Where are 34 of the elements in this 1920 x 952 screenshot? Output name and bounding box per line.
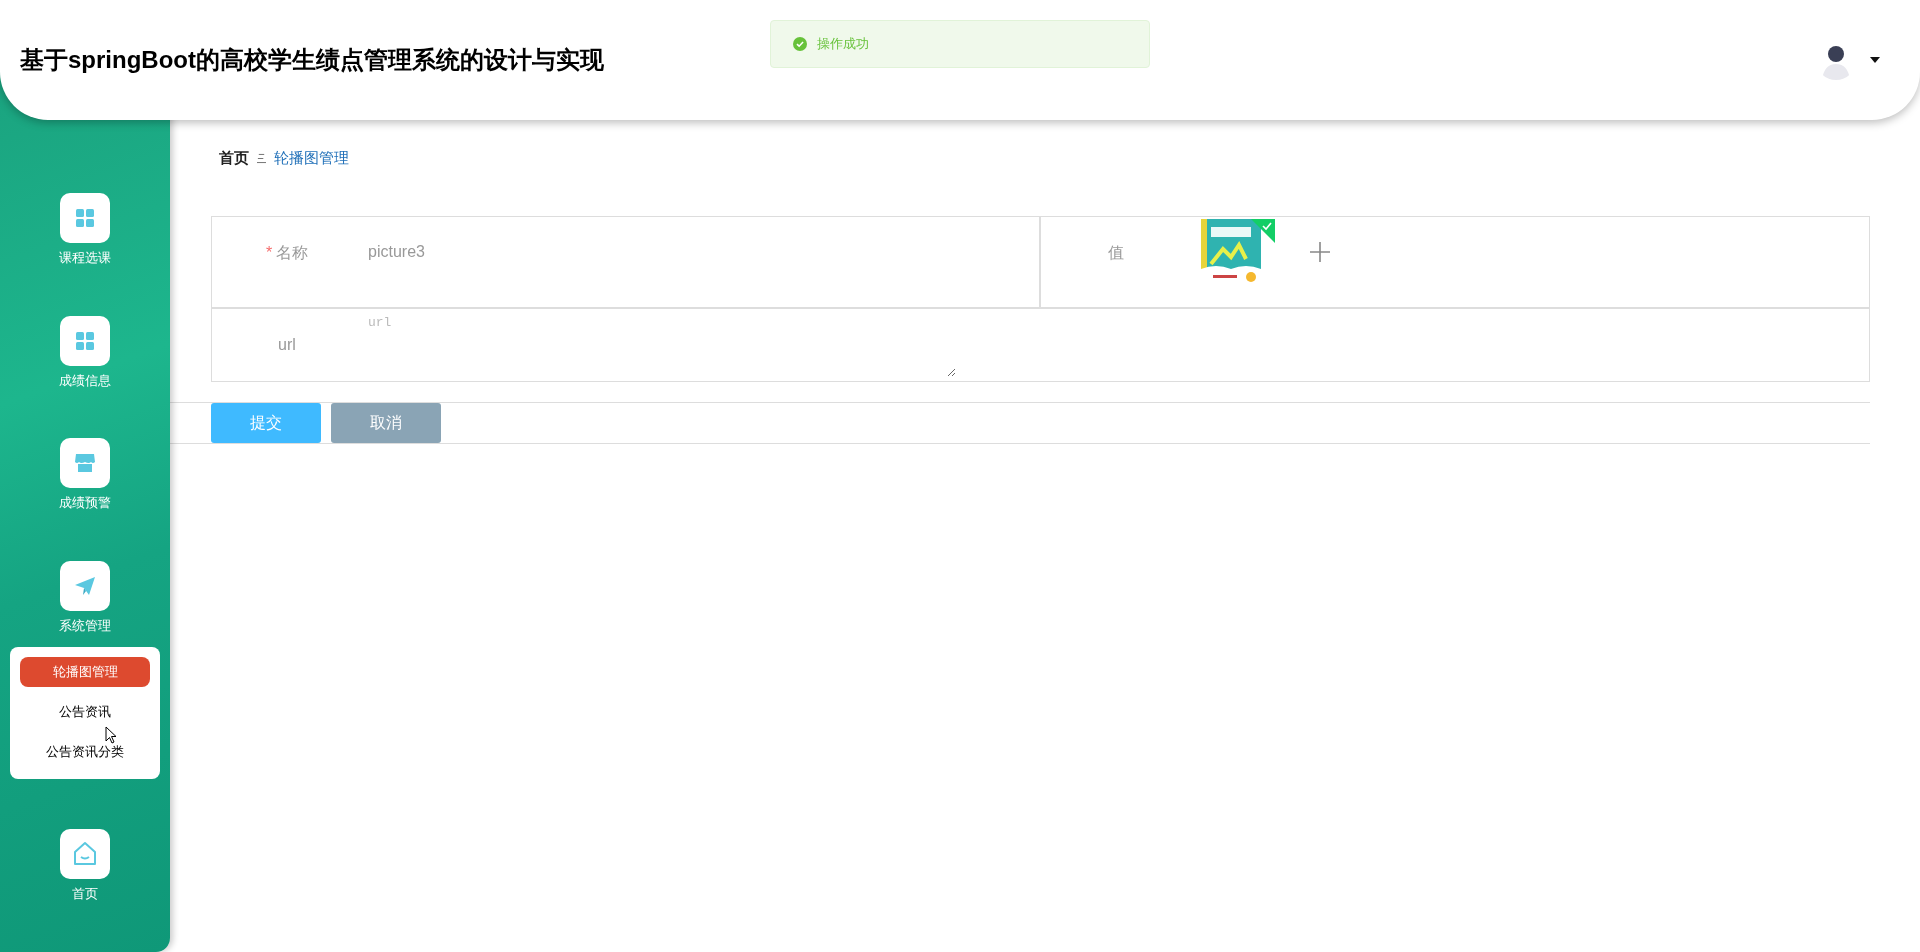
nav-label[interactable]: 成绩预警 (59, 494, 111, 513)
required-mark: * (265, 244, 273, 261)
shop-icon (74, 453, 96, 474)
add-icon[interactable] (1308, 241, 1331, 263)
separator-icon (257, 152, 266, 164)
field-label: url (278, 336, 296, 353)
caret-icon[interactable] (1870, 57, 1880, 63)
submit-button[interactable]: 提交 (211, 403, 321, 443)
toast-message: 操作成功 (817, 35, 869, 53)
nav-label[interactable]: 课程选课 (59, 249, 111, 267)
field-label: 名称 (276, 244, 309, 261)
nav-icon-tile[interactable] (60, 560, 110, 611)
paper-plane-icon (74, 575, 96, 596)
nav-icon-tile[interactable] (60, 438, 110, 489)
nav-icon-tile[interactable] (60, 193, 110, 243)
nav-label[interactable]: 首页 (72, 885, 98, 904)
url-textarea[interactable]: url (368, 315, 956, 377)
breadcrumb-link[interactable]: 首页 (219, 148, 249, 168)
submenu-item[interactable]: 公告资讯 (20, 697, 150, 728)
home-icon (72, 841, 98, 868)
cursor-icon (105, 726, 117, 744)
grid-icon (75, 208, 95, 228)
nav-icon-tile[interactable] (60, 315, 110, 366)
breadcrumb-link[interactable]: 轮播图管理 (274, 148, 349, 168)
app-title: 基于springBoot的高校学生绩点管理系统的设计与实现 (20, 45, 604, 75)
nav-label[interactable]: 成绩信息 (59, 371, 111, 390)
grid-icon (75, 330, 95, 351)
cancel-button[interactable]: 取消 (331, 403, 441, 443)
nav-label[interactable]: 系统管理 (59, 616, 111, 635)
check-circle-icon (793, 37, 807, 51)
field-label: 值 (1107, 244, 1124, 261)
nav-icon-tile[interactable] (60, 829, 110, 880)
submenu-item[interactable]: 公告资讯分类 (20, 737, 150, 768)
submenu-item[interactable]: 轮播图管理 (20, 657, 150, 688)
